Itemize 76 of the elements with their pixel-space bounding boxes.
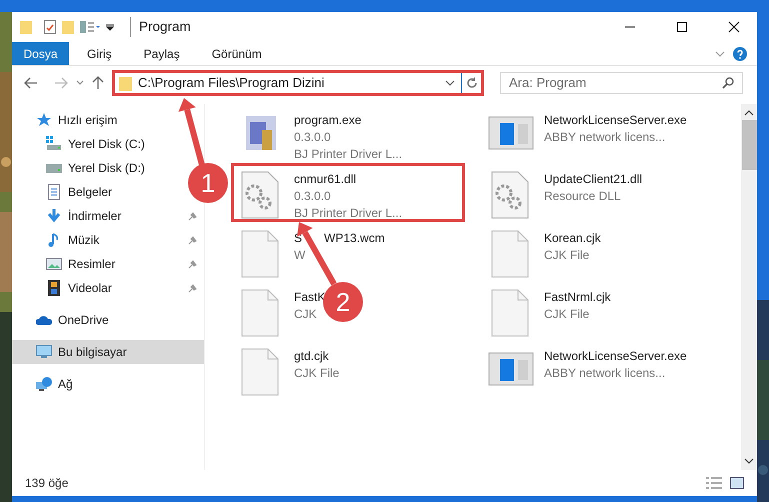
file-detail: Resource DLL [544, 188, 622, 205]
window-title: Program [130, 16, 191, 38]
ribbon-tab[interactable]: Paylaş [130, 42, 194, 65]
ribbon-tab[interactable]: Görünüm [198, 42, 276, 65]
scrollbar[interactable] [741, 104, 757, 470]
drive-icon [46, 136, 62, 152]
file-name: gtd.cjk [294, 348, 329, 365]
file-name: FastK [294, 289, 326, 306]
callout-arrow [178, 98, 205, 166]
file-detail: ABBY network licens... [544, 129, 666, 146]
file-detail: ABBY network licens... [544, 365, 666, 382]
file-name: WP13.wcm [324, 230, 385, 247]
file-detail: BJ Printer Driver L... [294, 146, 402, 163]
help-icon [733, 46, 747, 60]
refresh-icon [466, 77, 478, 89]
monitor-icon [36, 344, 52, 360]
maximize-icon [676, 21, 688, 33]
sidebar-item[interactable]: Bu bilgisayar [12, 340, 204, 364]
file-detail: W [294, 247, 306, 264]
ribbon-tab[interactable]: Giriş [73, 42, 126, 65]
file-detail: 0.3.0.0 [294, 188, 332, 205]
down-arrow-icon [46, 208, 62, 224]
checklist-icon [44, 20, 56, 34]
network-icon [36, 376, 52, 392]
sidebar-item[interactable]: Yerel Disk (D:) [12, 156, 180, 180]
file-detail: BJ Printer Driver L... [294, 205, 402, 222]
search-box[interactable]: Ara: Program [500, 72, 743, 94]
folder-icon [119, 76, 132, 90]
down-chevron-icon [744, 458, 754, 464]
folder-icon [20, 20, 32, 34]
file-name: cnmur61.dll [294, 171, 356, 188]
star-icon [36, 112, 52, 128]
search-icon [722, 77, 734, 89]
close-icon [728, 21, 740, 33]
file-detail: CJK File [294, 365, 340, 382]
forward-arrow-icon [54, 77, 68, 89]
file-name: Korean.cjk [544, 230, 601, 247]
sidebar-item[interactable]: Yerel Disk (C:) [12, 132, 180, 156]
sidebar-item[interactable]: Ağ [12, 372, 180, 396]
sidebar-item[interactable]: OneDrive [12, 308, 180, 332]
sidebar-item[interactable]: Resimler [12, 252, 204, 276]
file-name: UpdateClient21.dll [544, 171, 642, 188]
back-arrow-icon [24, 77, 38, 89]
search-field[interactable]: Ara: Program [509, 73, 722, 93]
dropdown-icon [106, 23, 114, 31]
file-detail: CJK [294, 306, 318, 323]
address-path: C:\Program Files\Program Dizini [138, 74, 326, 92]
scrollbar-thumb[interactable] [742, 120, 756, 170]
file-name: NetworkLicenseServer.exe [544, 112, 687, 129]
file-name: program.exe [294, 112, 362, 129]
sidebar-item[interactable]: Müzik [12, 228, 204, 252]
chevron-icon [76, 80, 84, 86]
properties-icon [80, 21, 100, 33]
item-count: 139 öğe [25, 475, 68, 492]
file-detail: CJK File [544, 247, 590, 264]
film-icon [46, 280, 62, 296]
sidebar-item[interactable]: Videolar [12, 276, 204, 300]
file-detail: CJK File [544, 306, 590, 323]
folder-icon [62, 20, 74, 34]
chevron-icon [715, 50, 725, 56]
sidebar-item[interactable]: Belgeler [12, 180, 180, 204]
file-name: NetworkLicenseServer.exe [544, 348, 687, 365]
up-chevron-icon [744, 110, 754, 116]
details-view-icon [706, 477, 722, 489]
chevron-icon [445, 80, 455, 86]
file-name: FastNrml.cjk [544, 289, 611, 306]
large-icons-view-icon [730, 477, 744, 489]
file-detail: 0.3.0.0 [294, 129, 332, 146]
file-item[interactable]: cnmur61.dll 0.3.0.0 BJ Printer Driver L... [231, 163, 465, 222]
document-icon [46, 184, 62, 200]
picture-icon [46, 256, 62, 272]
address-bar[interactable]: C:\Program Files\Program Dizini [112, 70, 484, 96]
file-tab[interactable]: Dosya [12, 42, 69, 65]
sidebar-item[interactable]: Hızlı erişim [12, 108, 180, 132]
up-arrow-icon [92, 76, 104, 90]
sidebar-item[interactable]: İndirmeler [12, 204, 204, 228]
